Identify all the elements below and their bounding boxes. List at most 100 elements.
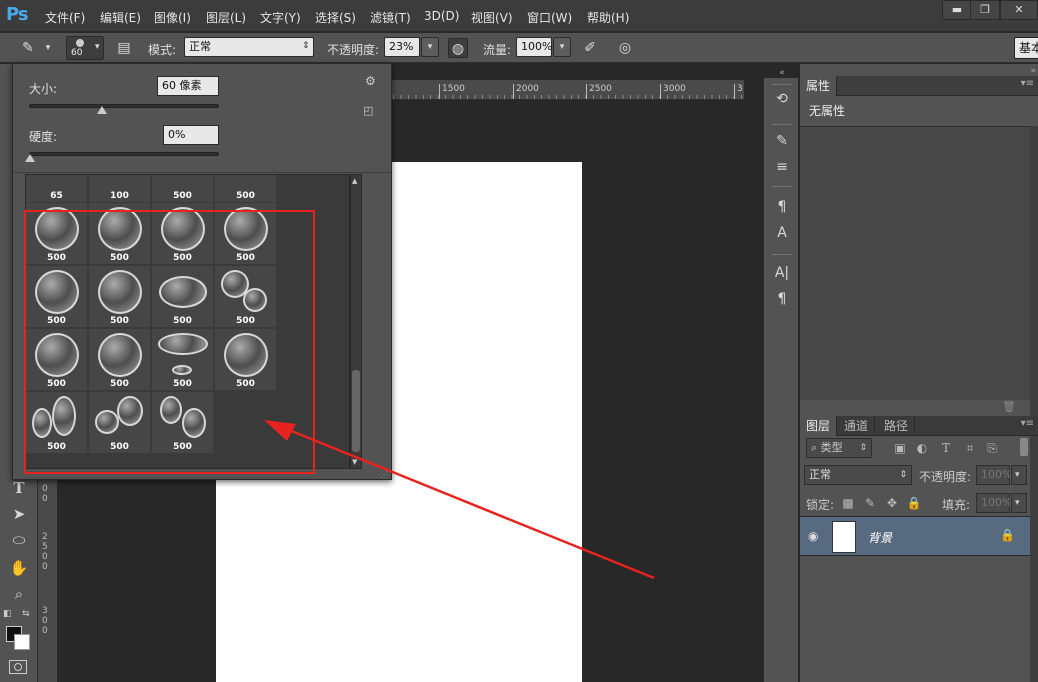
menu-type[interactable]: 文字(Y) <box>260 9 301 26</box>
character-styles-panel-icon[interactable]: A <box>771 222 793 244</box>
history-panel-icon[interactable]: ⟲ <box>771 88 793 110</box>
quick-mask-icon[interactable] <box>9 660 27 674</box>
resize-grip-icon[interactable]: ⋰ <box>380 470 388 479</box>
gear-icon[interactable]: ⚙ <box>365 74 376 88</box>
size-slider[interactable] <box>29 104 219 114</box>
tab-layers[interactable]: 图层 <box>800 416 838 436</box>
blend-mode-select[interactable]: 正常 ⇕ <box>804 465 912 485</box>
bubble-brush-preset[interactable]: 500 <box>26 329 88 391</box>
background-color-swatch[interactable] <box>14 634 30 650</box>
menu-file[interactable]: 文件(F) <box>45 9 85 26</box>
brush-presets-panel-icon[interactable]: ✎ <box>771 130 793 152</box>
scrollbar-thumb[interactable] <box>352 370 360 452</box>
shape-filter-icon[interactable]: ⌗ <box>962 441 978 456</box>
swap-colors-icon[interactable]: ⇆ <box>22 609 30 619</box>
bubble-brush-preset[interactable]: 500 <box>89 203 151 265</box>
bubble-brush-preset[interactable]: 500 <box>215 203 277 265</box>
brush-preset[interactable]: 500 <box>215 175 277 203</box>
tab-properties[interactable]: 属性 <box>800 76 838 96</box>
bubble-brush-preset[interactable]: 500 <box>26 203 88 265</box>
bubble-brush-preset[interactable]: 500 <box>152 392 214 454</box>
collapse-icon[interactable]: » <box>1030 66 1036 76</box>
type-tool-icon[interactable]: T <box>8 478 30 498</box>
paragraph-styles-panel-icon[interactable]: ¶ <box>771 196 793 218</box>
brush-picker-button[interactable]: 60 ▾ <box>66 36 104 60</box>
panel-menu-icon[interactable]: ▾≡ <box>1021 78 1034 89</box>
close-button[interactable]: ✕ <box>1000 0 1038 20</box>
brush-list-scrollbar[interactable]: ▲ ▼ <box>350 174 362 469</box>
zoom-tool-icon[interactable]: ⌕ <box>8 584 30 604</box>
layer-row[interactable]: ◉ 背景 🔒 <box>800 516 1030 556</box>
layer-opacity-dropdown[interactable]: ▾ <box>1011 465 1027 485</box>
menu-edit[interactable]: 编辑(E) <box>100 9 141 26</box>
tab-paths[interactable]: 路径 <box>878 416 916 436</box>
bubble-brush-preset[interactable]: 500 <box>152 266 214 328</box>
hand-tool-icon[interactable]: ✋ <box>8 558 30 578</box>
menu-help[interactable]: 帮助(H) <box>587 9 629 26</box>
menu-image[interactable]: 图像(I) <box>154 9 191 26</box>
menu-view[interactable]: 视图(V) <box>471 9 513 26</box>
bubble-brush-preset[interactable]: 500 <box>26 266 88 328</box>
bubble-brush-preset[interactable]: 500 <box>26 392 88 454</box>
bubble-brush-preset[interactable]: 500 <box>215 266 277 328</box>
layer-name[interactable]: 背景 <box>868 529 892 546</box>
scroll-up-icon[interactable]: ▲ <box>352 177 357 185</box>
hardness-input[interactable]: 0% <box>163 125 219 145</box>
menu-3d[interactable]: 3D(D) <box>424 9 459 23</box>
size-input[interactable]: 60 像素 <box>157 76 219 96</box>
bubble-brush-preset[interactable]: 500 <box>89 392 151 454</box>
brush-panel-toggle-icon[interactable]: ▤ <box>114 38 134 58</box>
collapse-icon[interactable]: « <box>764 68 800 78</box>
brush-tool-preset-icon[interactable]: ✎ <box>18 38 38 58</box>
adjustment-filter-icon[interactable]: ◐ <box>914 441 930 455</box>
path-selection-tool-icon[interactable]: ➤ <box>8 504 30 524</box>
brush-preset[interactable]: 100 <box>89 175 151 203</box>
opacity-input[interactable]: 23% <box>384 37 420 57</box>
new-preset-icon[interactable]: ◰ <box>363 104 373 117</box>
scroll-down-icon[interactable]: ▼ <box>352 458 357 466</box>
brush-preset[interactable]: 65 <box>26 175 88 203</box>
hardness-slider-thumb[interactable] <box>25 154 35 162</box>
bubble-brush-preset[interactable]: 500 <box>89 329 151 391</box>
airbrush-icon[interactable]: ✐ <box>580 38 600 58</box>
ellipse-tool-icon[interactable]: ⬭ <box>8 530 30 550</box>
lock-all-icon[interactable]: 🔒 <box>906 496 922 510</box>
flow-input[interactable]: 100% <box>516 37 552 57</box>
opacity-dropdown-button[interactable]: ▾ <box>421 37 439 57</box>
bubble-brush-preset[interactable]: 500 <box>152 203 214 265</box>
lock-pixels-icon[interactable]: ✎ <box>862 496 878 510</box>
fill-dropdown[interactable]: ▾ <box>1011 493 1027 513</box>
fill-input[interactable]: 100% <box>976 493 1012 513</box>
default-colors-icon[interactable]: ◧ <box>3 609 12 619</box>
mode-select[interactable]: 正常 <box>184 37 314 57</box>
trash-icon[interactable]: 🗑 <box>1002 400 1016 413</box>
lock-transparent-icon[interactable]: ▩ <box>840 496 856 510</box>
smart-object-filter-icon[interactable]: ⎘ <box>984 441 1000 456</box>
menu-window[interactable]: 窗口(W) <box>527 9 572 26</box>
menu-layer[interactable]: 图层(L) <box>206 9 246 26</box>
panel-menu-icon[interactable]: ▾≡ <box>1021 418 1034 429</box>
flow-dropdown-button[interactable]: ▾ <box>553 37 571 57</box>
workspace-switcher[interactable]: 基本 <box>1014 37 1038 59</box>
lock-position-icon[interactable]: ✥ <box>884 496 900 510</box>
restore-button[interactable]: ❐ <box>970 0 1000 20</box>
dock-scrollbar[interactable] <box>1030 126 1038 682</box>
pressure-size-icon[interactable]: ◎ <box>615 38 635 58</box>
chevron-down-icon[interactable]: ▾ <box>38 38 58 58</box>
filter-toggle[interactable] <box>1020 438 1028 456</box>
brush-panel-icon[interactable]: ≡ <box>771 156 793 178</box>
visibility-eye-icon[interactable]: ◉ <box>808 529 818 543</box>
pressure-opacity-icon[interactable]: ◍ <box>448 38 468 58</box>
menu-filter[interactable]: 滤镜(T) <box>370 9 411 26</box>
brush-preset[interactable]: 500 <box>152 175 214 203</box>
paragraph-panel-icon[interactable]: ¶ <box>771 288 793 310</box>
character-panel-icon[interactable]: A| <box>771 262 793 284</box>
bubble-brush-preset[interactable]: 500 <box>215 329 277 391</box>
menu-select[interactable]: 选择(S) <box>315 9 356 26</box>
layer-opacity-input[interactable]: 100% <box>976 465 1012 485</box>
layer-filter-select[interactable]: ⌕ 类型 ⇕ <box>806 438 872 458</box>
pixel-filter-icon[interactable]: ▣ <box>892 441 908 455</box>
type-filter-icon[interactable]: T <box>938 441 954 455</box>
hardness-slider[interactable] <box>25 152 219 162</box>
minimize-button[interactable]: ▬ <box>942 0 972 20</box>
